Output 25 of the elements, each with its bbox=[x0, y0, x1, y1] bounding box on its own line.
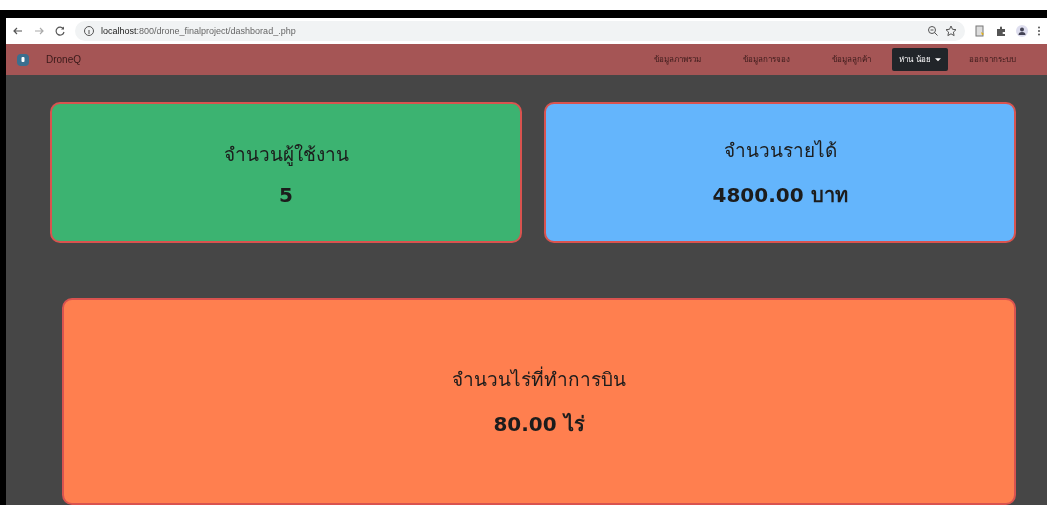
address-bar[interactable]: localhost:800/drone_finalproject/dashborad_.php bbox=[75, 21, 965, 41]
caret-icon bbox=[935, 57, 941, 62]
reload-icon[interactable] bbox=[54, 25, 66, 37]
back-icon[interactable] bbox=[12, 25, 24, 37]
extension-icon[interactable] bbox=[974, 25, 986, 37]
card-value: 4800.00 บาท bbox=[712, 181, 848, 209]
star-icon[interactable] bbox=[945, 25, 957, 37]
nav-link[interactable]: ข้อมูลภาพรวม bbox=[654, 53, 702, 66]
profile-icon[interactable] bbox=[1016, 25, 1028, 37]
nav-link[interactable]: ข้อมูลการจอง bbox=[743, 53, 791, 66]
puzzle-icon[interactable] bbox=[995, 25, 1007, 37]
logo-icon bbox=[16, 52, 30, 67]
url-text: localhost:800/drone_finalproject/dashborad_.php bbox=[101, 26, 296, 36]
menu-icon[interactable] bbox=[1037, 25, 1041, 37]
nav-link[interactable]: ออกจากระบบ bbox=[969, 53, 1016, 66]
card-value: 80.00 ไร่ bbox=[493, 410, 585, 438]
info-icon bbox=[83, 25, 95, 37]
card-value: 5 bbox=[279, 182, 293, 207]
card-title: จำนวนผู้ใช้งาน bbox=[223, 141, 349, 168]
brand-name[interactable]: DroneQ bbox=[46, 54, 81, 65]
card-title: จำนวนไร่ที่ทำการบิน bbox=[452, 365, 626, 392]
zoom-out-icon[interactable] bbox=[927, 25, 939, 37]
nav-link[interactable]: ข้อมูลลูกค้า bbox=[832, 53, 872, 66]
card-title: จำนวนรายได้ bbox=[723, 137, 837, 163]
user-dropdown[interactable]: ห่าน น้อย bbox=[892, 48, 948, 71]
